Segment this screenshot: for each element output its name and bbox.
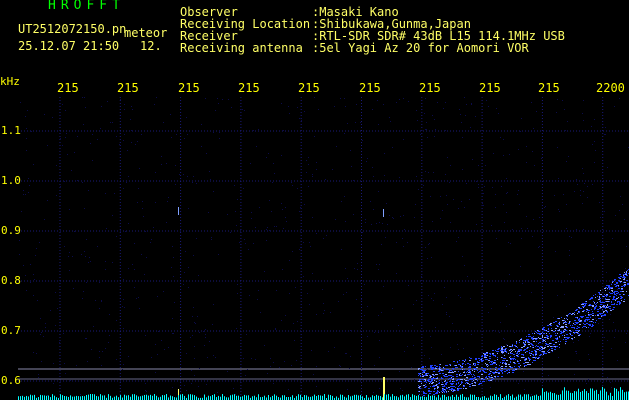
meteor-count: 12.	[140, 39, 162, 53]
app-logo: HROFFT	[48, 0, 125, 13]
capture-datetime: 25.12.07 21:50	[18, 39, 120, 53]
spectrogram	[18, 97, 629, 400]
file-name: UT2512072150.pn	[18, 22, 127, 36]
antenna-label: Receiving antenna	[180, 41, 303, 55]
time-tick-8: 215	[479, 81, 501, 95]
time-tick-7: 215	[419, 81, 441, 95]
frequency-unit-label: kHz	[0, 75, 20, 88]
time-tick-5: 215	[298, 81, 320, 95]
mode-label: meteor	[124, 26, 168, 40]
time-tick-1: 215	[57, 81, 79, 95]
antenna-value: :5el Yagi Az 20 for Aomori VOR	[312, 41, 529, 55]
spectrogram-canvas	[18, 97, 629, 400]
time-tick-10: 2200	[596, 81, 625, 95]
time-tick-4: 215	[238, 81, 260, 95]
time-tick-3: 215	[178, 81, 200, 95]
time-tick-6: 215	[359, 81, 381, 95]
time-tick-9: 215	[538, 81, 560, 95]
time-tick-2: 215	[117, 81, 139, 95]
